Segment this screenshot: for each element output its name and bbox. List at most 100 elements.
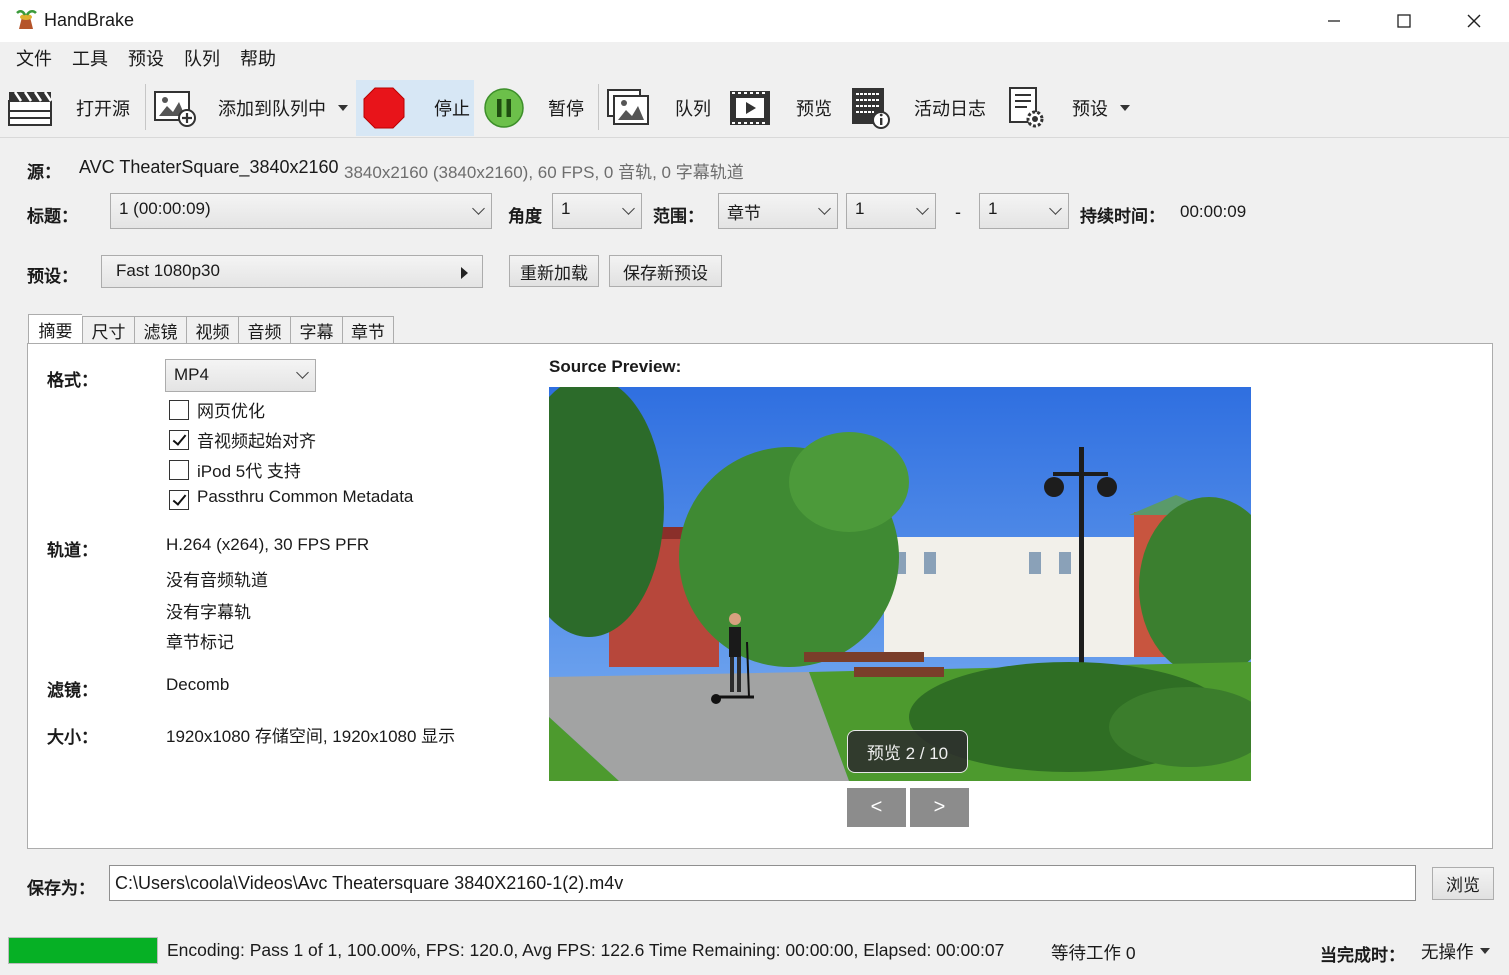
preview-label: 预览 bbox=[796, 99, 832, 119]
chevron-down-icon bbox=[818, 202, 831, 215]
preset-label: 预设： bbox=[27, 267, 78, 286]
film-preview-icon bbox=[730, 91, 770, 125]
chevron-down-icon bbox=[296, 366, 309, 379]
when-done-dropdown[interactable]: 无操作 bbox=[1421, 936, 1490, 966]
pause-label: 暂停 bbox=[548, 99, 584, 119]
presets-button[interactable]: 预设 bbox=[1002, 80, 1132, 136]
format-select[interactable]: MP4 bbox=[165, 359, 316, 392]
close-button[interactable] bbox=[1439, 0, 1509, 42]
passthru-metadata-checkbox[interactable] bbox=[169, 490, 189, 510]
tab-subtitles[interactable]: 字幕 bbox=[290, 316, 342, 344]
angle-select[interactable]: 1 bbox=[552, 193, 642, 229]
preset-settings-icon bbox=[1009, 87, 1044, 128]
angle-label: 角度 bbox=[508, 207, 542, 226]
chevron-down-icon bbox=[622, 202, 635, 215]
menu-tools[interactable]: 工具 bbox=[62, 42, 118, 76]
source-preview-image bbox=[549, 387, 1251, 781]
stop-button[interactable]: 停止 bbox=[356, 80, 474, 136]
maximize-button[interactable] bbox=[1369, 0, 1439, 42]
track-subtitles: 没有字幕轨 bbox=[166, 603, 251, 622]
stop-icon bbox=[363, 87, 405, 129]
progress-fill bbox=[9, 938, 157, 963]
range-end-value: 1 bbox=[988, 199, 998, 218]
open-source-label: 打开源 bbox=[76, 99, 130, 119]
tab-dimensions[interactable]: 尺寸 bbox=[82, 316, 134, 344]
duration-label: 持续时间： bbox=[1080, 207, 1165, 226]
park-scene-illustration bbox=[549, 387, 1251, 781]
menu-help[interactable]: 帮助 bbox=[230, 42, 286, 76]
title-select-value: 1 (00:00:09) bbox=[119, 199, 211, 218]
range-label: 范围： bbox=[653, 207, 704, 226]
pause-button[interactable]: 暂停 bbox=[480, 80, 590, 136]
presets-label: 预设 bbox=[1072, 99, 1108, 119]
menu-queue[interactable]: 队列 bbox=[174, 42, 230, 76]
save-as-label: 保存为： bbox=[27, 879, 95, 898]
open-source-button[interactable]: 打开源 bbox=[6, 80, 140, 136]
add-to-queue-label: 添加到队列中 bbox=[218, 99, 326, 119]
browse-button[interactable]: 浏览 bbox=[1432, 867, 1494, 900]
pause-icon bbox=[484, 88, 524, 128]
range-start-value: 1 bbox=[855, 199, 865, 218]
preset-select-value: Fast 1080p30 bbox=[116, 261, 220, 280]
title-select[interactable]: 1 (00:00:09) bbox=[110, 193, 492, 229]
range-end-select[interactable]: 1 bbox=[979, 193, 1069, 229]
toolbar-separator bbox=[145, 84, 146, 130]
window-title: HandBrake bbox=[44, 10, 135, 30]
format-select-value: MP4 bbox=[174, 365, 209, 384]
presets-dropdown-icon[interactable] bbox=[1120, 105, 1130, 111]
format-label: 格式： bbox=[47, 371, 98, 390]
source-info: 3840x2160 (3840x2160), 60 FPS, 0 音轨, 0 字… bbox=[344, 163, 744, 182]
encode-progress-bar bbox=[8, 937, 158, 964]
tab-video[interactable]: 视频 bbox=[186, 316, 238, 344]
menu-presets[interactable]: 预设 bbox=[118, 42, 174, 76]
range-type-select[interactable]: 章节 bbox=[718, 193, 838, 229]
menu-file[interactable]: 文件 bbox=[6, 42, 62, 76]
tab-audio[interactable]: 音频 bbox=[238, 316, 290, 344]
toolbar-separator bbox=[598, 84, 599, 130]
tab-filters[interactable]: 滤镜 bbox=[134, 316, 186, 344]
web-optimized-label: 网页优化 bbox=[197, 402, 265, 421]
track-chapters: 章节标记 bbox=[166, 633, 234, 652]
when-done-label: 当完成时： bbox=[1320, 946, 1405, 965]
when-done-value: 无操作 bbox=[1421, 941, 1474, 962]
align-av-start-checkbox[interactable] bbox=[169, 430, 189, 450]
chevron-down-icon bbox=[472, 202, 485, 215]
size-label: 大小： bbox=[47, 728, 98, 747]
activity-log-button[interactable]: 活动日志 bbox=[846, 80, 994, 136]
minimize-button[interactable] bbox=[1299, 0, 1369, 42]
tab-summary[interactable]: 摘要 bbox=[28, 314, 82, 344]
encoding-status-text: Encoding: Pass 1 of 1, 100.00%, FPS: 120… bbox=[167, 940, 1005, 960]
stop-label: 停止 bbox=[434, 99, 470, 119]
queue-label: 队列 bbox=[675, 99, 711, 119]
title-bar: HandBrake bbox=[0, 0, 1509, 42]
preview-next-button[interactable]: > bbox=[910, 788, 969, 827]
maximize-icon bbox=[1397, 14, 1411, 28]
track-audio: 没有音频轨道 bbox=[166, 571, 268, 590]
save-new-preset-button[interactable]: 保存新预设 bbox=[609, 255, 722, 287]
preview-prev-button[interactable]: < bbox=[847, 788, 906, 827]
web-optimized-checkbox[interactable] bbox=[169, 400, 189, 420]
ipod-support-label: iPod 5代 支持 bbox=[197, 462, 301, 481]
activity-log-icon bbox=[852, 88, 890, 129]
preset-select[interactable]: Fast 1080p30 bbox=[101, 255, 483, 288]
title-label: 标题： bbox=[27, 207, 78, 226]
handbrake-window: HandBrake 文件 工具 预设 队列 帮助 打开源 添加到队列中 停止 暂… bbox=[0, 0, 1509, 975]
arrow-right-icon bbox=[461, 267, 468, 279]
chevron-down-icon bbox=[916, 202, 929, 215]
destination-path-input[interactable]: C:\Users\coola\Videos\Avc Theatersquare … bbox=[109, 865, 1416, 901]
range-start-select[interactable]: 1 bbox=[846, 193, 936, 229]
tab-chapters[interactable]: 章节 bbox=[342, 316, 394, 344]
preview-button[interactable]: 预览 bbox=[726, 80, 836, 136]
clapperboard-icon bbox=[8, 91, 53, 126]
ipod-support-checkbox[interactable] bbox=[169, 460, 189, 480]
source-name: AVC TheaterSquare_3840x2160 bbox=[79, 157, 339, 177]
filters-value: Decomb bbox=[166, 675, 230, 694]
reload-button[interactable]: 重新加载 bbox=[509, 255, 599, 287]
close-icon bbox=[1467, 14, 1481, 28]
filters-label: 滤镜： bbox=[47, 681, 98, 700]
add-to-queue-dropdown-icon[interactable] bbox=[338, 105, 348, 111]
add-to-queue-button[interactable]: 添加到队列中 bbox=[150, 80, 352, 136]
duration-value: 00:00:09 bbox=[1180, 202, 1247, 221]
queue-button[interactable]: 队列 bbox=[605, 80, 717, 136]
source-label: 源： bbox=[27, 163, 61, 182]
